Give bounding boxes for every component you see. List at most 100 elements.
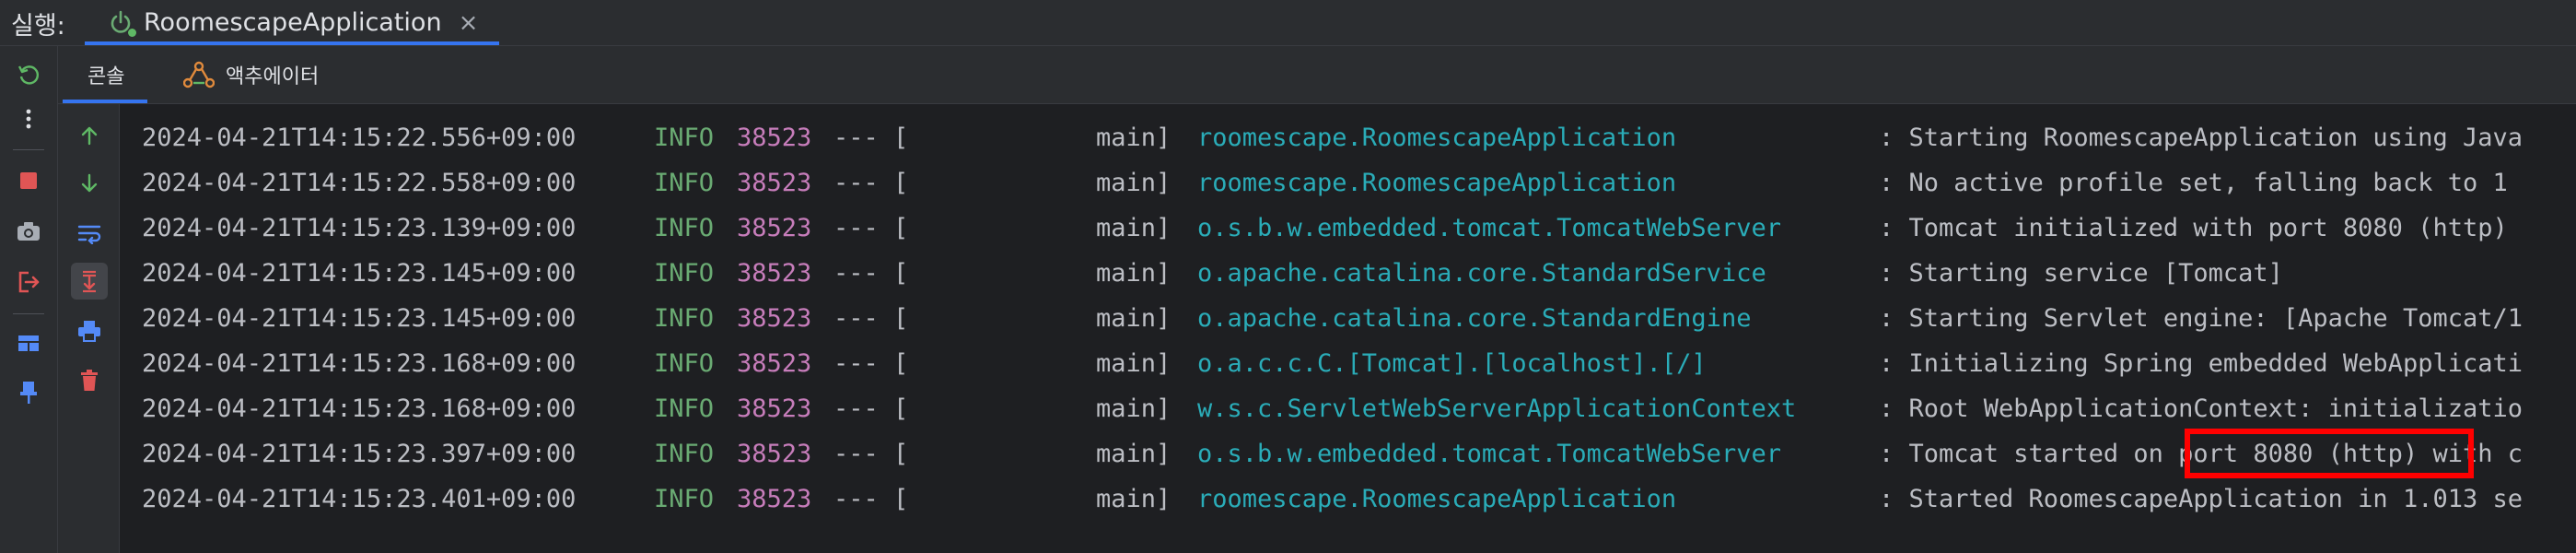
console-toolbar: [58, 104, 120, 553]
toolbar-separator: [13, 313, 44, 314]
log-line: 2024-04-21T14:15:23.168+09:00 INFO 38523 --…: [120, 341, 2576, 386]
log-logger: roomescape.RoomescapeApplication: [1197, 169, 1677, 197]
run-config-title: RoomescapeApplication: [144, 8, 442, 37]
log-pid: 38523: [737, 394, 812, 423]
rerun-icon[interactable]: [9, 55, 48, 94]
log-separator: --- [: [833, 259, 909, 288]
log-thread: main]: [1096, 259, 1171, 288]
log-logger: o.apache.catalina.core.StandardService: [1197, 259, 1766, 288]
log-logger: o.s.b.w.embedded.tomcat.TomcatWebServer: [1197, 214, 1781, 242]
active-subtab-indicator: [63, 100, 147, 103]
tab-actuator-label: 액추에이터: [226, 65, 320, 88]
log-message: : No active profile set, falling back to…: [1879, 169, 2508, 197]
highlight-box: [2185, 429, 2474, 478]
log-pid: 38523: [737, 169, 812, 197]
log-timestamp: 2024-04-21T14:15:23.397+09:00: [142, 440, 577, 468]
log-timestamp: 2024-04-21T14:15:23.168+09:00: [142, 349, 577, 378]
log-level: INFO: [654, 349, 715, 378]
scroll-down-icon[interactable]: [71, 165, 108, 202]
log-timestamp: 2024-04-21T14:15:23.168+09:00: [142, 394, 577, 423]
log-thread: main]: [1096, 349, 1171, 378]
log-thread: main]: [1096, 124, 1171, 152]
log-level: INFO: [654, 169, 715, 197]
log-thread: main]: [1096, 394, 1171, 423]
tab-console[interactable]: 콘솔: [87, 46, 124, 103]
log-line: 2024-04-21T14:15:23.168+09:00 INFO 38523 --…: [120, 386, 2576, 431]
running-power-icon: [107, 9, 136, 37]
log-logger: w.s.c.ServletWebServerApplicationContext: [1197, 394, 1797, 423]
log-timestamp: 2024-04-21T14:15:23.401+09:00: [142, 485, 577, 513]
scroll-to-end-icon[interactable]: [71, 263, 108, 300]
console-output[interactable]: 2024-04-21T14:15:22.556+09:00 INFO 38523 --…: [120, 104, 2576, 553]
log-separator: --- [: [833, 214, 909, 242]
log-pid: 38523: [737, 485, 812, 513]
pin-icon[interactable]: [9, 373, 48, 412]
run-config-tab[interactable]: RoomescapeApplication ×: [103, 0, 495, 45]
log-timestamp: 2024-04-21T14:15:22.556+09:00: [142, 124, 577, 152]
log-pid: 38523: [737, 124, 812, 152]
log-level: INFO: [654, 394, 715, 423]
log-level: INFO: [654, 485, 715, 513]
actuator-icon: [183, 61, 215, 88]
log-line: 2024-04-21T14:15:22.558+09:00 INFO 38523 --…: [120, 160, 2576, 206]
log-thread: main]: [1096, 169, 1171, 197]
log-message: : Root WebApplicationContext: initializa…: [1879, 394, 2523, 423]
log-logger: roomescape.RoomescapeApplication: [1197, 485, 1677, 513]
clear-icon[interactable]: [71, 362, 108, 399]
log-timestamp: 2024-04-21T14:15:23.139+09:00: [142, 214, 577, 242]
log-level: INFO: [654, 124, 715, 152]
log-logger: roomescape.RoomescapeApplication: [1197, 124, 1677, 152]
tab-console-label: 콘솔: [87, 65, 125, 88]
layout-icon[interactable]: [9, 324, 48, 363]
log-line: 2024-04-21T14:15:23.401+09:00 INFO 38523 --…: [120, 477, 2576, 522]
camera-icon[interactable]: [9, 212, 48, 251]
log-timestamp: 2024-04-21T14:15:23.145+09:00: [142, 304, 577, 333]
log-message: : Starting service [Tomcat]: [1879, 259, 2283, 288]
log-logger: o.apache.catalina.core.StandardEngine: [1197, 304, 1752, 333]
exit-icon[interactable]: [9, 263, 48, 301]
log-pid: 38523: [737, 304, 812, 333]
log-message: : Starting Servlet engine: [Apache Tomca…: [1879, 304, 2523, 333]
log-pid: 38523: [737, 214, 812, 242]
tab-actuator[interactable]: 액추에이터: [183, 46, 319, 103]
log-line: 2024-04-21T14:15:22.556+09:00 INFO 38523 --…: [120, 115, 2576, 160]
log-pid: 38523: [737, 440, 812, 468]
log-timestamp: 2024-04-21T14:15:22.558+09:00: [142, 169, 577, 197]
soft-wrap-icon[interactable]: [71, 215, 108, 252]
log-line: 2024-04-21T14:15:23.139+09:00 INFO 38523 --…: [120, 206, 2576, 251]
log-pid: 38523: [737, 349, 812, 378]
log-separator: --- [: [833, 440, 909, 468]
close-icon[interactable]: ×: [459, 9, 479, 37]
run-label: 실행:: [11, 12, 65, 41]
log-separator: --- [: [833, 169, 909, 197]
stop-icon[interactable]: [9, 161, 48, 200]
log-thread: main]: [1096, 485, 1171, 513]
log-thread: main]: [1096, 214, 1171, 242]
log-message: : Started RoomescapeApplication in 1.013…: [1879, 485, 2523, 513]
log-timestamp: 2024-04-21T14:15:23.145+09:00: [142, 259, 577, 288]
log-pid: 38523: [737, 259, 812, 288]
scroll-up-icon[interactable]: [71, 117, 108, 154]
log-line: 2024-04-21T14:15:23.145+09:00 INFO 38523 --…: [120, 296, 2576, 341]
more-options-icon[interactable]: [9, 100, 48, 138]
log-logger: o.a.c.c.C.[Tomcat].[localhost].[/]: [1197, 349, 1707, 378]
log-separator: --- [: [833, 394, 909, 423]
log-level: INFO: [654, 259, 715, 288]
active-tab-indicator: [85, 41, 499, 45]
log-separator: --- [: [833, 349, 909, 378]
log-separator: --- [: [833, 485, 909, 513]
log-level: INFO: [654, 304, 715, 333]
log-thread: main]: [1096, 440, 1171, 468]
console-subtabs: 콘솔 액추에이터: [58, 46, 2576, 104]
log-line: 2024-04-21T14:15:23.145+09:00 INFO 38523 --…: [120, 251, 2576, 296]
run-side-toolbar: [0, 46, 58, 553]
log-level: INFO: [654, 214, 715, 242]
log-separator: --- [: [833, 124, 909, 152]
print-icon[interactable]: [71, 312, 108, 349]
log-message: : Tomcat initialized with port 8080 (htt…: [1879, 214, 2508, 242]
run-toolwindow-header: 실행: RoomescapeApplication ×: [0, 0, 2576, 46]
toolbar-separator: [13, 149, 44, 150]
log-message: : Initializing Spring embedded WebApplic…: [1879, 349, 2523, 378]
log-level: INFO: [654, 440, 715, 468]
log-separator: --- [: [833, 304, 909, 333]
